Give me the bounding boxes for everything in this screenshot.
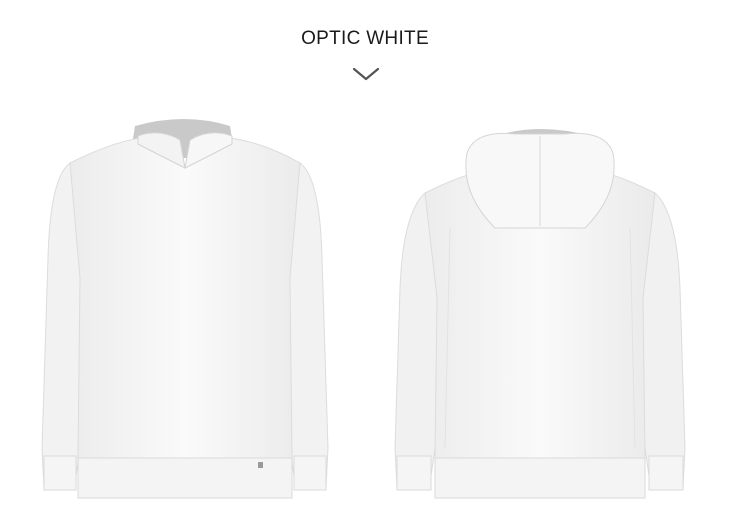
hoodie-back-image: [394, 129, 686, 499]
hoodie-front-image: [41, 119, 329, 499]
color-title: OPTIC WHITE: [301, 28, 429, 49]
chevron-down-icon[interactable]: [351, 66, 381, 82]
